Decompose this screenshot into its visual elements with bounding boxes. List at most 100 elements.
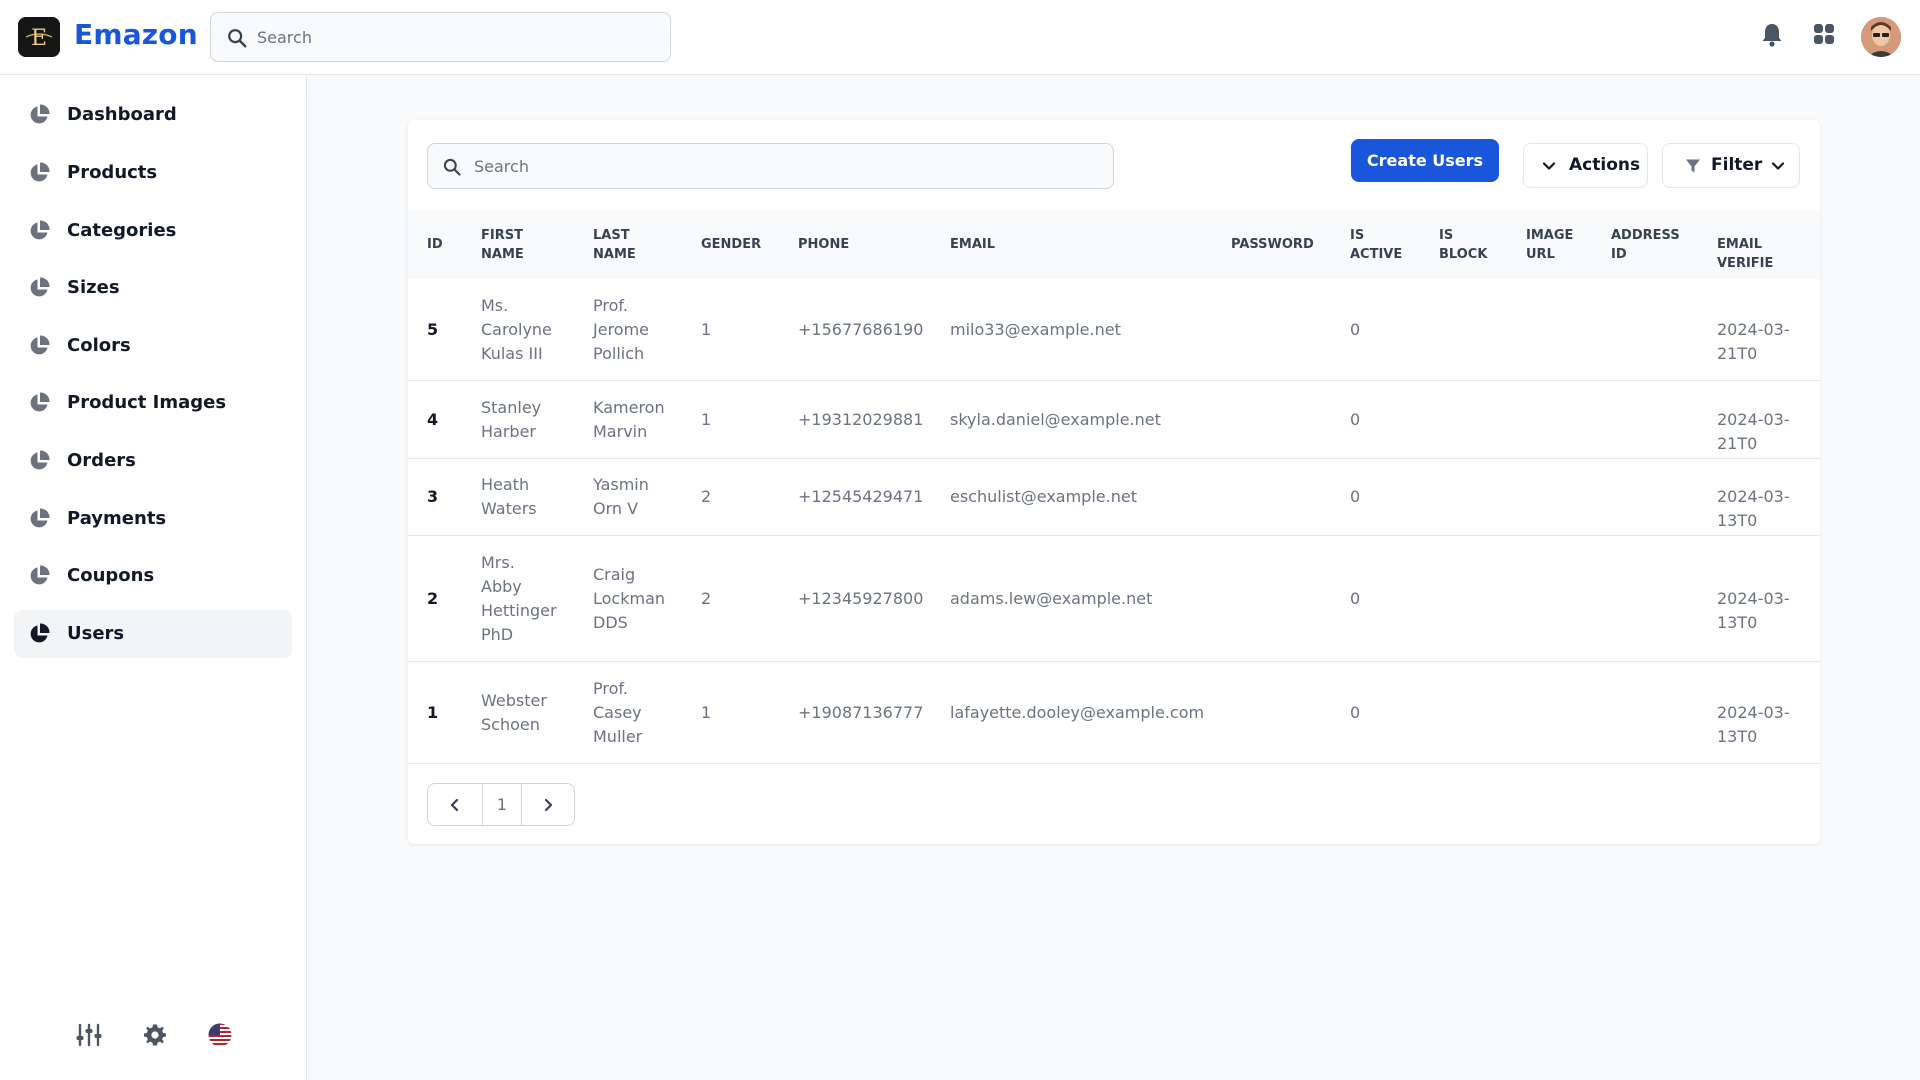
cell-last-name: Craig Lockman DDS [593, 565, 666, 632]
sidebar-item-label: Products [67, 162, 158, 183]
pie-chart-icon [30, 623, 50, 643]
cell-first-name: Stanley Harber [481, 398, 542, 441]
column-header-last-name[interactable]: LAST NAME [593, 226, 636, 264]
table-row[interactable]: 2 Mrs. Abby Hettinger PhD Craig Lockman … [408, 536, 1820, 662]
cell-id: 1 [427, 703, 439, 722]
global-search[interactable] [210, 12, 671, 62]
cell-is-active: 0 [1350, 589, 1361, 608]
filter-label: Filter [1711, 155, 1763, 175]
chevron-down-icon [1771, 162, 1785, 170]
chevron-left-icon [450, 798, 459, 811]
brand-logo[interactable]: E [18, 17, 60, 57]
cell-phone: +12345927800 [798, 589, 924, 608]
cell-is-active: 0 [1350, 487, 1361, 506]
cell-last-name: Kameron Marvin [593, 398, 665, 441]
cell-last-name: Prof. Jerome Pollich [593, 296, 650, 363]
column-header-is-active[interactable]: IS ACTIVE [1350, 226, 1402, 264]
column-header-image-url[interactable]: IMAGE URL [1526, 226, 1573, 264]
pie-chart-icon [30, 450, 50, 470]
cell-phone: +19312029881 [798, 410, 924, 429]
sidebar-item-label: Sizes [67, 277, 120, 298]
avatar-image [1861, 17, 1901, 57]
us-flag-icon[interactable] [208, 1023, 232, 1047]
cell-gender: 2 [701, 487, 712, 506]
page-number-button[interactable]: 1 [482, 784, 522, 825]
column-header-email-verified[interactable]: EMAIL VERIFIE [1717, 235, 1820, 273]
column-header-gender[interactable]: GENDER [701, 235, 761, 254]
sidebar-item-label: Users [67, 623, 125, 644]
sidebar-item-users[interactable]: Users [14, 610, 292, 658]
filter-funnel-icon [1686, 159, 1700, 173]
user-avatar[interactable] [1861, 17, 1901, 57]
column-header-email[interactable]: EMAIL [950, 235, 995, 254]
sidebar: Dashboard Products Categories Sizes Colo… [0, 75, 307, 1080]
sidebar-item-label: Dashboard [67, 104, 177, 125]
cell-email-verified: 2024-03-13T0 [1717, 589, 1790, 632]
sidebar-item-product-images[interactable]: Product Images [14, 379, 292, 427]
column-header-id[interactable]: ID [427, 235, 443, 254]
cell-email-verified: 2024-03-13T0 [1717, 487, 1790, 530]
table-search-input[interactable] [474, 144, 1094, 188]
sidebar-item-dashboard[interactable]: Dashboard [14, 91, 292, 139]
brand-name[interactable]: Emazon [74, 18, 198, 51]
sidebar-item-colors[interactable]: Colors [14, 322, 292, 370]
cell-id: 3 [427, 487, 439, 506]
cell-phone: +19087136777 [798, 703, 924, 722]
cell-phone: +12545429471 [798, 487, 924, 506]
create-users-button[interactable]: Create Users [1351, 139, 1499, 182]
chevron-right-icon [544, 798, 553, 811]
global-search-input[interactable] [257, 13, 657, 61]
column-header-first-name[interactable]: FIRST NAME [481, 226, 524, 264]
cell-email-verified: 2024-03-21T0 [1717, 320, 1790, 363]
cell-last-name: Prof. Casey Muller [593, 679, 643, 746]
search-icon [228, 29, 247, 48]
cell-is-active: 0 [1350, 410, 1361, 429]
column-header-address-id[interactable]: ADDRESS ID [1611, 226, 1680, 264]
cell-is-active: 0 [1350, 703, 1361, 722]
actions-button[interactable]: Actions [1523, 143, 1648, 188]
cell-email: adams.lew@example.net [950, 589, 1153, 608]
sidebar-item-sizes[interactable]: Sizes [14, 264, 292, 312]
sidebar-item-products[interactable]: Products [14, 149, 292, 197]
sidebar-item-categories[interactable]: Categories [14, 207, 292, 255]
pie-chart-icon [30, 104, 50, 124]
cell-first-name: Ms. Carolyne Kulas III [481, 296, 552, 363]
pie-chart-icon [30, 220, 50, 240]
pie-chart-icon [30, 392, 50, 412]
next-page-button[interactable] [522, 784, 574, 825]
cell-first-name: Heath Waters [481, 475, 537, 518]
table-row[interactable]: 5 Ms. Carolyne Kulas III Prof. Jerome Po… [408, 279, 1820, 381]
table-search[interactable] [427, 143, 1114, 189]
column-header-password[interactable]: PASSWORD [1231, 235, 1314, 254]
cell-email-verified: 2024-03-13T0 [1717, 703, 1790, 746]
column-header-is-block[interactable]: IS BLOCK [1439, 226, 1487, 264]
sidebar-item-label: Orders [67, 450, 136, 471]
cell-gender: 1 [701, 703, 712, 722]
pie-chart-icon [30, 508, 50, 528]
users-table-card: Create Users Actions Filter ID FIRST NAM… [408, 120, 1820, 844]
prev-page-button[interactable] [428, 784, 482, 825]
cell-email: eschulist@example.net [950, 487, 1137, 506]
chevron-down-icon [1542, 162, 1556, 170]
bell-icon[interactable] [1760, 22, 1784, 48]
table-row[interactable]: 4 Stanley Harber Kameron Marvin 1 +19312… [408, 381, 1820, 459]
table-header: ID FIRST NAME LAST NAME GENDER PHONE EMA… [408, 211, 1820, 279]
sidebar-item-payments[interactable]: Payments [14, 495, 292, 543]
table-row[interactable]: 3 Heath Waters Yasmin Orn V 2 +125454294… [408, 459, 1820, 536]
apps-grid-icon[interactable] [1812, 22, 1836, 46]
cell-gender: 2 [701, 589, 712, 608]
cell-email-verified: 2024-03-21T0 [1717, 410, 1790, 453]
pagination: 1 [427, 783, 575, 826]
search-icon [443, 158, 461, 176]
logo-icon: E [18, 17, 60, 57]
table-row[interactable]: 1 Webster Schoen Prof. Casey Muller 1 +1… [408, 662, 1820, 764]
sidebar-item-coupons[interactable]: Coupons [14, 552, 292, 600]
sliders-icon[interactable] [76, 1023, 102, 1047]
cell-first-name: Webster Schoen [481, 691, 547, 734]
cell-id: 4 [427, 410, 439, 429]
pie-chart-icon [30, 565, 50, 585]
column-header-phone[interactable]: PHONE [798, 235, 849, 254]
filter-button[interactable]: Filter [1662, 143, 1800, 188]
gear-icon[interactable] [143, 1023, 167, 1047]
sidebar-item-orders[interactable]: Orders [14, 437, 292, 485]
